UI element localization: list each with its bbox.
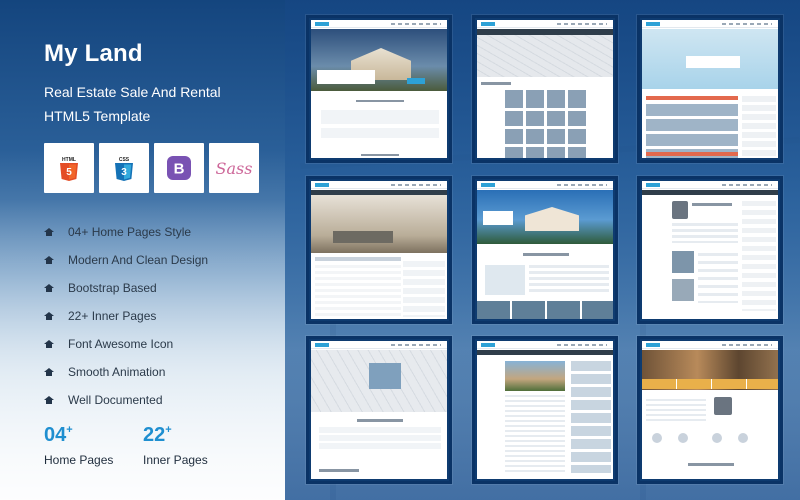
stat-inner-pages: 22+ Inner Pages xyxy=(138,424,208,467)
preview-property-gallery[interactable] xyxy=(306,176,452,324)
preview-home-interior[interactable] xyxy=(637,15,783,163)
css3-badge: CSS 3 xyxy=(99,143,149,193)
feature-list: 04+ Home Pages Style Modern And Clean De… xyxy=(44,218,208,414)
svg-text:Sass: Sass xyxy=(216,159,253,178)
html5-icon: HTML 5 xyxy=(60,157,78,181)
preview-home-2[interactable] xyxy=(472,176,618,324)
preview-map-listing[interactable] xyxy=(472,15,618,163)
product-title: My Land xyxy=(44,40,143,67)
svg-text:B: B xyxy=(174,161,185,178)
bootstrap-icon: B xyxy=(167,156,191,180)
html5-badge: HTML 5 xyxy=(44,143,94,193)
bootstrap-badge: B xyxy=(154,143,204,193)
feature-item: Modern And Clean Design xyxy=(44,246,208,274)
preview-agent-profile[interactable] xyxy=(637,176,783,324)
stat-number: 22 xyxy=(138,424,174,446)
css3-icon: CSS 3 xyxy=(115,157,133,181)
feature-item: Smooth Animation xyxy=(44,358,208,386)
stat-number: 04 xyxy=(39,424,75,446)
svg-text:CSS: CSS xyxy=(119,157,130,163)
mortarboard-icon xyxy=(44,256,54,264)
feature-item: Bootstrap Based xyxy=(44,274,208,302)
stat-label: Inner Pages xyxy=(143,453,208,467)
stat-home-pages: 04+ Home Pages xyxy=(39,424,114,467)
sass-badge: Sass xyxy=(209,143,259,193)
preview-blog[interactable] xyxy=(472,336,618,484)
preview-home-1[interactable] xyxy=(306,15,452,163)
feature-item: 22+ Inner Pages xyxy=(44,302,208,330)
sass-icon: Sass xyxy=(216,159,253,178)
feature-item: Font Awesome Icon xyxy=(44,330,208,358)
mortarboard-icon xyxy=(44,340,54,348)
preview-map-search[interactable] xyxy=(306,336,452,484)
mortarboard-icon xyxy=(44,396,54,404)
product-subtitle: Real Estate Sale And Rental HTML5 Templa… xyxy=(44,84,221,124)
svg-text:5: 5 xyxy=(66,167,72,178)
feature-item: Well Documented xyxy=(44,386,208,414)
preview-home-3[interactable] xyxy=(637,336,783,484)
mortarboard-icon xyxy=(44,228,54,236)
mortarboard-icon xyxy=(44,312,54,320)
mortarboard-icon xyxy=(44,368,54,376)
mortarboard-icon xyxy=(44,284,54,292)
stat-label: Home Pages xyxy=(44,453,114,467)
svg-text:3: 3 xyxy=(121,167,127,178)
feature-item: 04+ Home Pages Style xyxy=(44,218,208,246)
svg-text:HTML: HTML xyxy=(62,157,76,163)
